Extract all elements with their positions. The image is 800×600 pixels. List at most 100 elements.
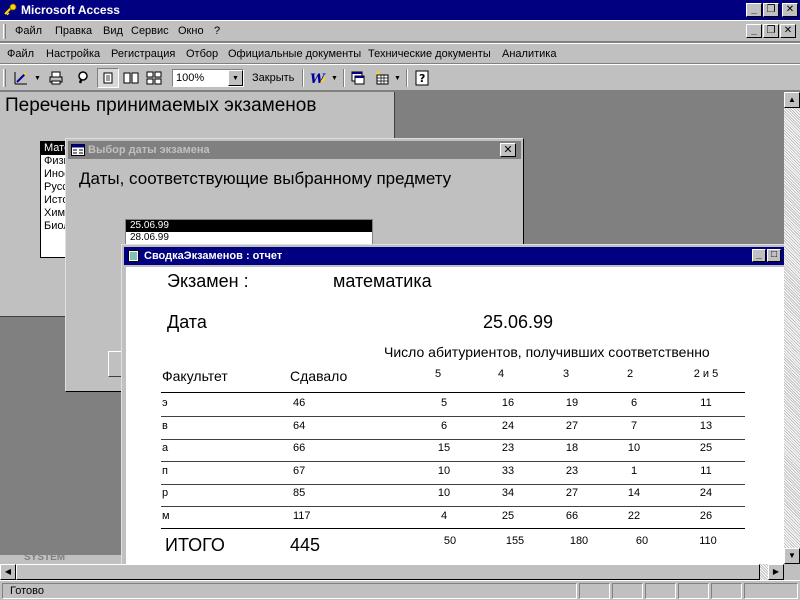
minimize-app-button[interactable]: _ bbox=[746, 3, 762, 17]
taken-cell: 66 bbox=[293, 442, 306, 454]
menubar-grip[interactable] bbox=[3, 24, 6, 39]
grade-3-cell: 66 bbox=[565, 510, 579, 522]
multiple-pages-button[interactable] bbox=[143, 68, 165, 88]
restore-doc-button[interactable]: ❐ bbox=[763, 24, 779, 38]
vertical-scrollbar[interactable]: ▲ ▼ bbox=[784, 92, 800, 564]
toolbar-grip[interactable] bbox=[3, 69, 6, 87]
database-window-icon bbox=[351, 71, 365, 85]
report-window[interactable]: СводкаЭкзаменов : отчет _ □ Экзамен : ма… bbox=[121, 244, 785, 565]
grade-4-cell: 34 bbox=[501, 487, 515, 499]
close-app-button[interactable]: ✕ bbox=[782, 3, 798, 17]
grade-3-cell: 23 bbox=[565, 465, 579, 477]
office-links-button[interactable]: W bbox=[307, 68, 329, 88]
custom-menu-official-docs[interactable]: Официальные документы bbox=[228, 48, 361, 60]
grade-5-header: 5 bbox=[434, 368, 442, 380]
new-object-button[interactable] bbox=[371, 68, 393, 88]
row-divider bbox=[161, 416, 745, 417]
close-dialog-button[interactable]: ✕ bbox=[500, 143, 516, 157]
menu-tools[interactable]: Сервис bbox=[131, 25, 169, 37]
grade-3-cell: 19 bbox=[565, 397, 579, 409]
grade-2and5-cell: 26 bbox=[699, 510, 713, 522]
close-doc-button[interactable]: ✕ bbox=[780, 24, 796, 38]
form-icon bbox=[71, 144, 85, 156]
grade-5-cell: 10 bbox=[437, 487, 451, 499]
report-caption[interactable]: СводкаЭкзаменов : отчет _ □ bbox=[124, 247, 785, 265]
restore-app-button[interactable]: ❐ bbox=[763, 3, 779, 17]
grade-4-header: 4 bbox=[497, 368, 505, 380]
status-bar: Готово bbox=[0, 580, 800, 600]
horizontal-scrollbar[interactable]: ◀ ▶ bbox=[0, 564, 784, 580]
close-preview-button[interactable]: Закрыть bbox=[252, 72, 294, 84]
design-view-button[interactable] bbox=[10, 68, 32, 88]
scroll-up-button[interactable]: ▲ bbox=[784, 92, 800, 108]
office-links-dropdown-arrow[interactable]: ▼ bbox=[330, 68, 339, 88]
design-view-icon bbox=[14, 72, 27, 85]
total-taken: 445 bbox=[290, 535, 321, 555]
two-pages-button[interactable] bbox=[120, 68, 142, 88]
zoom-button[interactable] bbox=[73, 68, 95, 88]
minimize-doc-button[interactable]: _ bbox=[746, 24, 762, 38]
custom-menu-registration[interactable]: Регистрация bbox=[111, 48, 175, 60]
app-title-bar[interactable]: Microsoft Access _ ❐ ✕ bbox=[0, 0, 800, 20]
grade-5-cell: 6 bbox=[440, 420, 448, 432]
menu-window[interactable]: Окно bbox=[178, 25, 204, 37]
minimized-window-title: SYSTEM bbox=[24, 555, 66, 563]
faculty-cell: р bbox=[162, 487, 169, 499]
taken-cell: 117 bbox=[293, 510, 311, 522]
custom-menu-selection[interactable]: Отбор bbox=[186, 48, 218, 60]
report-title: СводкаЭкзаменов : отчет bbox=[144, 250, 283, 262]
view-dropdown-arrow[interactable]: ▼ bbox=[33, 68, 42, 88]
vertical-scroll-track[interactable] bbox=[784, 108, 800, 548]
date-label: Дата bbox=[167, 312, 207, 332]
custom-menu-file[interactable]: Файл bbox=[7, 48, 34, 60]
zoom-combo[interactable]: 100% ▼ bbox=[172, 69, 244, 87]
magnifier-icon bbox=[78, 71, 88, 84]
grade-2-cell: 22 bbox=[627, 510, 641, 522]
database-window-button[interactable] bbox=[347, 68, 369, 88]
menu-file[interactable]: Файл bbox=[15, 25, 42, 37]
printer-icon bbox=[49, 71, 63, 85]
total-label: ИТОГО bbox=[165, 535, 225, 555]
help-button[interactable]: ? bbox=[411, 68, 433, 88]
exam-date-heading: Даты, соответствующие выбранному предмет… bbox=[79, 169, 452, 188]
grade-4-cell: 23 bbox=[501, 442, 515, 454]
exam-value: математика bbox=[333, 271, 432, 291]
scroll-left-button[interactable]: ◀ bbox=[0, 564, 16, 580]
horizontal-scroll-thumb[interactable] bbox=[16, 564, 760, 580]
grade-2and5-header: 2 и 5 bbox=[693, 368, 719, 380]
grade-4-cell: 33 bbox=[501, 465, 515, 477]
total-grade-5: 50 bbox=[443, 535, 457, 547]
size-grip[interactable] bbox=[784, 564, 800, 580]
grade-2and5-cell: 13 bbox=[699, 420, 713, 432]
one-page-button[interactable] bbox=[97, 68, 119, 88]
date-item[interactable]: 25.06.99 bbox=[126, 220, 372, 232]
menu-view[interactable]: Вид bbox=[103, 25, 123, 37]
row-divider bbox=[161, 392, 745, 393]
exam-list-title: Перечень принимаемых экзаменов bbox=[5, 95, 317, 116]
maximize-report-button[interactable]: □ bbox=[767, 249, 781, 262]
menu-help[interactable]: ? bbox=[214, 25, 220, 37]
scroll-right-button[interactable]: ▶ bbox=[768, 564, 784, 580]
status-panel bbox=[645, 583, 676, 599]
status-panel bbox=[612, 583, 643, 599]
status-panel bbox=[579, 583, 610, 599]
exam-date-dialog-caption[interactable]: Выбор даты экзамена ✕ bbox=[68, 141, 521, 159]
custom-menu-analytics[interactable]: Аналитика bbox=[502, 48, 556, 60]
date-item[interactable]: 28.06.99 bbox=[126, 232, 372, 244]
faculty-cell: м bbox=[162, 510, 170, 522]
exam-label: Экзамен : bbox=[167, 271, 249, 291]
custom-menu-technical-docs[interactable]: Технические документы bbox=[368, 48, 491, 60]
print-button[interactable] bbox=[45, 68, 67, 88]
grade-3-cell: 27 bbox=[565, 420, 579, 432]
scroll-down-button[interactable]: ▼ bbox=[784, 548, 800, 564]
minimize-report-button[interactable]: _ bbox=[752, 249, 766, 262]
grade-4-cell: 16 bbox=[501, 397, 515, 409]
grade-2-cell: 10 bbox=[627, 442, 641, 454]
minimized-system-window[interactable]: SYSTEM bbox=[0, 555, 121, 564]
zoom-dropdown-arrow[interactable]: ▼ bbox=[228, 70, 243, 86]
custom-menu-settings[interactable]: Настройка bbox=[46, 48, 100, 60]
new-object-dropdown-arrow[interactable]: ▼ bbox=[393, 68, 402, 88]
menu-edit[interactable]: Правка bbox=[55, 25, 92, 37]
taken-cell: 85 bbox=[293, 487, 306, 499]
grade-2-cell: 7 bbox=[630, 420, 638, 432]
